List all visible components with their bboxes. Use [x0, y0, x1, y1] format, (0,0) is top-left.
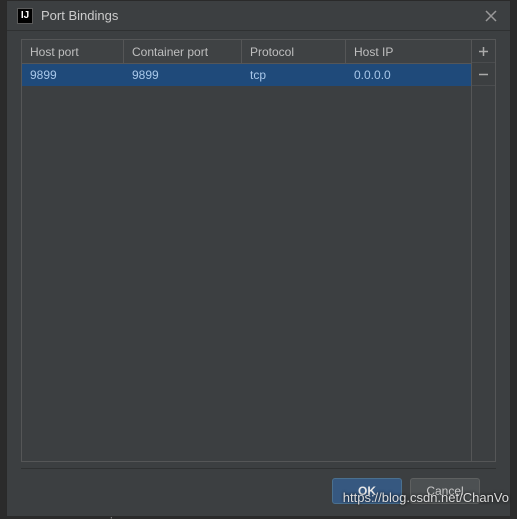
- remove-row-button[interactable]: [472, 63, 495, 86]
- table-side-toolbar: [472, 39, 496, 462]
- cell-container-port[interactable]: 9899: [124, 64, 242, 86]
- cell-protocol[interactable]: tcp: [242, 64, 346, 86]
- port-bindings-table[interactable]: Host port Container port Protocol Host I…: [21, 39, 472, 462]
- table-row[interactable]: 9899 9899 tcp 0.0.0.0: [22, 64, 471, 86]
- ok-button[interactable]: OK: [332, 478, 402, 504]
- port-bindings-dialog: IJ Port Bindings Host port Container por…: [6, 0, 511, 517]
- close-icon: [485, 10, 497, 22]
- close-button[interactable]: [482, 7, 500, 25]
- col-header-host-ip[interactable]: Host IP: [346, 40, 471, 63]
- table-header: Host port Container port Protocol Host I…: [22, 40, 471, 64]
- dialog-title: Port Bindings: [41, 8, 482, 23]
- table-body[interactable]: 9899 9899 tcp 0.0.0.0: [22, 64, 471, 461]
- col-header-container-port[interactable]: Container port: [124, 40, 242, 63]
- dialog-button-row: OK Cancel: [21, 468, 496, 516]
- titlebar: IJ Port Bindings: [7, 1, 510, 31]
- dialog-content: Host port Container port Protocol Host I…: [7, 31, 510, 516]
- plus-icon: [478, 46, 489, 57]
- add-row-button[interactable]: [472, 40, 495, 63]
- cell-host-port[interactable]: 9899: [22, 64, 124, 86]
- minus-icon: [478, 69, 489, 80]
- port-bindings-table-wrap: Host port Container port Protocol Host I…: [21, 39, 496, 462]
- col-header-protocol[interactable]: Protocol: [242, 40, 346, 63]
- col-header-host-port[interactable]: Host port: [22, 40, 124, 63]
- cell-host-ip[interactable]: 0.0.0.0: [346, 64, 471, 86]
- app-icon: IJ: [17, 8, 33, 24]
- cancel-button[interactable]: Cancel: [410, 478, 480, 504]
